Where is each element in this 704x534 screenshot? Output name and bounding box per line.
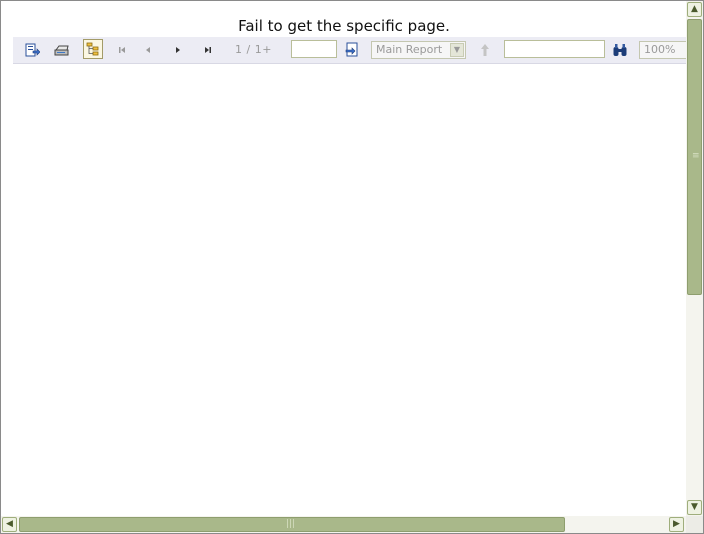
horizontal-scrollbar[interactable]: ◀ ||| ▶: [1, 516, 686, 533]
chevron-down-icon: ▼: [691, 502, 698, 512]
last-page-button[interactable]: [201, 40, 215, 60]
vertical-scroll-thumb[interactable]: ≡: [687, 19, 702, 295]
error-message: Fail to get the specific page.: [238, 17, 450, 35]
next-page-icon: [173, 45, 183, 55]
first-page-icon: [117, 45, 127, 55]
page-number-input[interactable]: [291, 40, 337, 58]
chevron-up-icon: ▲: [691, 4, 698, 14]
report-viewer: Fail to get the specific page. 1 / 1+ Ma…: [0, 0, 704, 534]
vertical-scrollbar[interactable]: ▲ ≡ ▼: [686, 1, 703, 516]
report-canvas: [13, 64, 687, 516]
binoculars-icon: [612, 43, 628, 57]
go-to-page-button[interactable]: [343, 40, 361, 60]
drill-up-icon: [479, 43, 491, 57]
report-toolbar: 1 / 1+ Main Report ▼ 100%: [13, 37, 687, 64]
print-icon: [54, 42, 70, 58]
group-tree-icon: [86, 42, 100, 56]
drill-up-button[interactable]: [477, 40, 493, 60]
export-icon: [24, 42, 40, 58]
previous-page-button[interactable]: [141, 40, 155, 60]
next-page-button[interactable]: [171, 40, 185, 60]
chevron-right-icon: ▶: [673, 519, 680, 529]
print-button[interactable]: [53, 40, 71, 60]
chevron-down-icon: ▼: [450, 43, 464, 57]
zoom-select[interactable]: 100%: [639, 41, 687, 59]
search-input[interactable]: [504, 40, 605, 58]
chevron-left-icon: ◀: [6, 519, 13, 529]
group-tree-toggle[interactable]: [83, 39, 103, 59]
report-select[interactable]: Main Report ▼: [371, 41, 466, 59]
last-page-icon: [203, 45, 213, 55]
report-select-value: Main Report: [376, 43, 443, 56]
scroll-down-button[interactable]: ▼: [687, 500, 702, 515]
search-button[interactable]: [611, 40, 629, 60]
scroll-up-button[interactable]: ▲: [687, 2, 702, 17]
grip-icon: ≡: [692, 151, 700, 161]
export-button[interactable]: [23, 40, 41, 60]
page-indicator: 1 / 1+: [235, 43, 272, 56]
scrollbar-corner: [686, 516, 703, 533]
grip-icon: |||: [286, 519, 296, 529]
scroll-left-button[interactable]: ◀: [2, 517, 17, 532]
previous-page-icon: [143, 45, 153, 55]
horizontal-scroll-thumb[interactable]: |||: [19, 517, 565, 532]
go-to-page-icon: [344, 42, 360, 58]
zoom-value: 100%: [644, 43, 676, 56]
first-page-button[interactable]: [115, 40, 129, 60]
scroll-right-button[interactable]: ▶: [669, 517, 684, 532]
